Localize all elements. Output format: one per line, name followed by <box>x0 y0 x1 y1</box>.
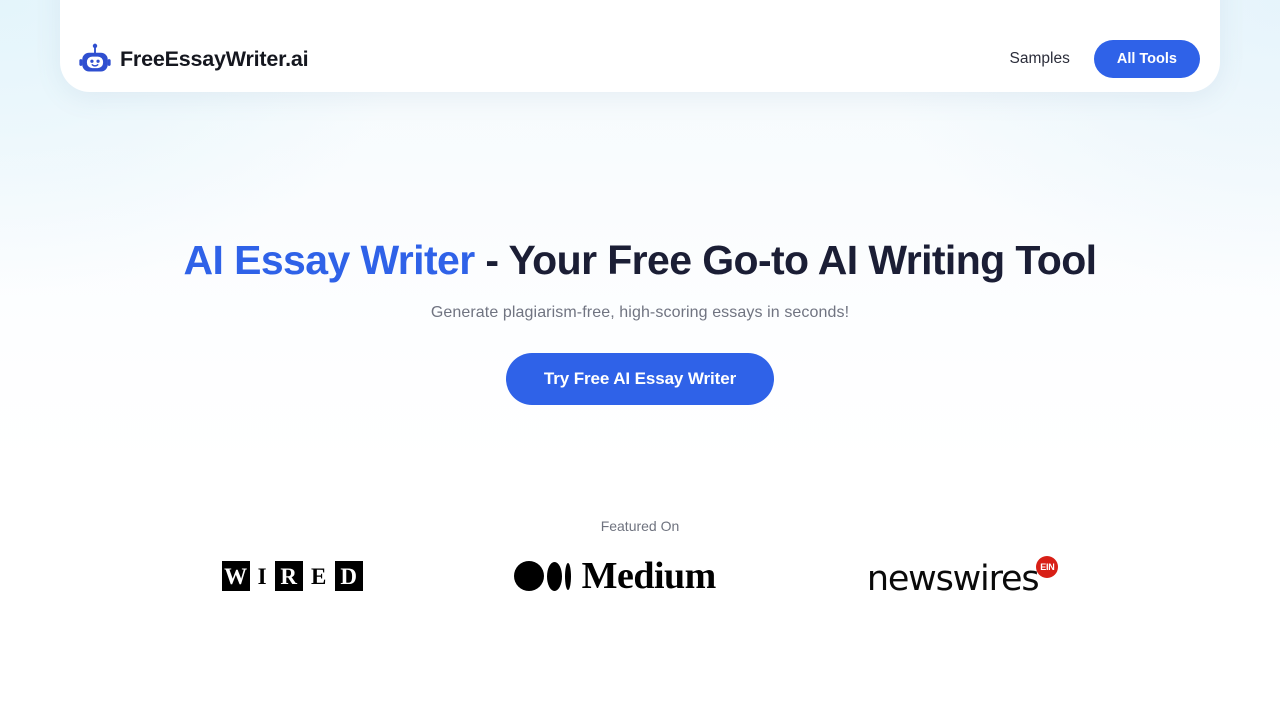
hero-section: AI Essay Writer - Your Free Go-to AI Wri… <box>0 237 1280 405</box>
ein-badge-icon: EIN <box>1036 556 1059 578</box>
page-title: AI Essay Writer - Your Free Go-to AI Wri… <box>0 237 1280 284</box>
newswires-logo: newswires EIN <box>866 556 1059 599</box>
main-nav: Samples All Tools <box>1010 40 1200 78</box>
wired-letter: W <box>221 561 250 591</box>
wired-letter: I <box>251 561 273 591</box>
medium-dot-medium <box>546 561 562 591</box>
medium-wordmark: Medium <box>581 555 717 597</box>
featured-on-section: Featured On W I R E D Medium newswires E… <box>0 518 1280 599</box>
featured-on-label: Featured On <box>600 518 680 534</box>
try-free-ai-essay-writer-button[interactable]: Try Free AI Essay Writer <box>505 352 775 405</box>
all-tools-button[interactable]: All Tools <box>1093 40 1200 78</box>
newswires-wordmark: newswires <box>866 559 1040 599</box>
wired-letter: D <box>334 561 363 591</box>
hero-subtitle: Generate plagiarism-free, high-scoring e… <box>430 303 850 321</box>
featured-logo-row: W I R E D Medium newswires EIN <box>0 555 1280 599</box>
medium-dot-large <box>513 561 544 591</box>
medium-dot-small <box>564 562 571 590</box>
robot-head-icon <box>79 43 111 72</box>
medium-logo: Medium <box>513 555 717 597</box>
brand-logo-link[interactable]: FreeEssayWriter.ai <box>78 41 309 77</box>
page-title-rest: - Your Free Go-to AI Writing Tool <box>474 237 1097 283</box>
brand-name: FreeEssayWriter.ai <box>120 46 309 71</box>
site-header: FreeEssayWriter.ai Samples All Tools <box>60 0 1220 92</box>
wired-letter: E <box>304 561 333 591</box>
header-inner: FreeEssayWriter.ai Samples All Tools <box>78 40 1200 78</box>
nav-item-samples[interactable]: Samples <box>1010 50 1070 68</box>
page-title-accent: AI Essay Writer <box>183 237 476 283</box>
wired-logo: W I R E D <box>221 560 363 592</box>
wired-letter: R <box>274 561 303 591</box>
